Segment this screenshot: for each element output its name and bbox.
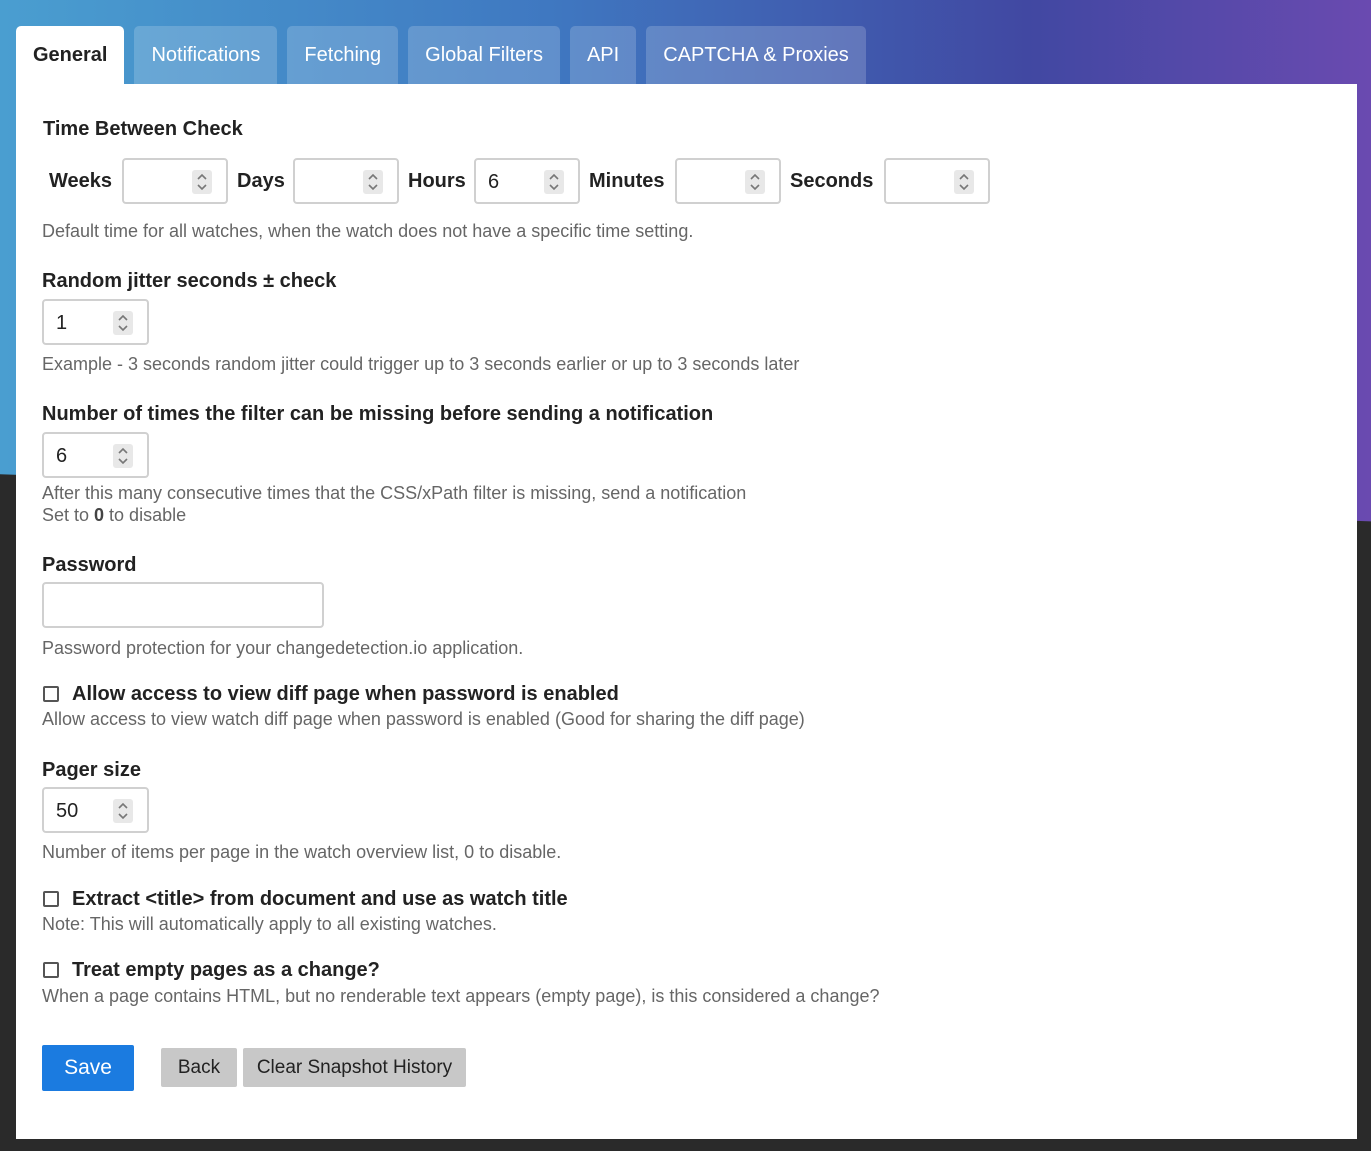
filter-missing-input[interactable]: 6 bbox=[42, 432, 149, 478]
days-label: Days bbox=[237, 170, 285, 192]
password-help: Password protection for your changedetec… bbox=[42, 638, 524, 658]
extract-title-help: Note: This will automatically apply to a… bbox=[42, 914, 497, 934]
filter-missing-help-suffix: to disable bbox=[104, 505, 187, 525]
jitter-value: 1 bbox=[56, 312, 68, 334]
settings-panel: Time Between Check Weeks Days Hours 6 Mi… bbox=[16, 84, 1357, 1139]
password-label: Password bbox=[42, 554, 137, 576]
tab-api[interactable]: API bbox=[569, 26, 637, 84]
jitter-input[interactable]: 1 bbox=[42, 299, 149, 345]
back-button[interactable]: Back bbox=[161, 1048, 237, 1087]
extract-title-label[interactable]: Extract <title> from document and use as… bbox=[72, 888, 568, 911]
hours-label: Hours bbox=[408, 170, 466, 192]
password-field[interactable] bbox=[42, 582, 324, 628]
time-between-check-help: Default time for all watches, when the w… bbox=[42, 221, 694, 241]
empty-pages-label[interactable]: Treat empty pages as a change? bbox=[72, 959, 380, 982]
extract-title-checkbox[interactable] bbox=[43, 891, 59, 907]
pager-size-label: Pager size bbox=[42, 759, 141, 781]
jitter-label: Random jitter seconds ± check bbox=[42, 270, 337, 292]
minutes-spinner-icon[interactable] bbox=[745, 170, 765, 194]
filter-missing-value: 6 bbox=[56, 445, 68, 467]
hours-input[interactable]: 6 bbox=[474, 158, 580, 204]
empty-pages-checkbox[interactable] bbox=[43, 962, 59, 978]
tab-captcha-proxies[interactable]: CAPTCHA & Proxies bbox=[646, 26, 866, 84]
filter-missing-help-prefix: Set to bbox=[42, 505, 95, 525]
time-between-check-title: Time Between Check bbox=[43, 118, 243, 140]
jitter-spinner-icon[interactable] bbox=[113, 311, 133, 335]
allow-diff-label[interactable]: Allow access to view diff page when pass… bbox=[72, 683, 619, 706]
filter-missing-label: Number of times the filter can be missin… bbox=[42, 403, 714, 425]
tab-notifications[interactable]: Notifications bbox=[134, 26, 278, 84]
hours-spinner-icon[interactable] bbox=[544, 170, 564, 194]
weeks-input[interactable] bbox=[122, 158, 228, 204]
days-spinner-icon[interactable] bbox=[363, 170, 383, 194]
days-input[interactable] bbox=[293, 158, 399, 204]
filter-missing-help: After this many consecutive times that t… bbox=[42, 483, 747, 503]
tab-fetching[interactable]: Fetching bbox=[287, 26, 399, 84]
hours-value: 6 bbox=[488, 171, 500, 193]
clear-snapshot-history-button[interactable]: Clear Snapshot History bbox=[243, 1048, 466, 1087]
save-button[interactable]: Save bbox=[42, 1045, 134, 1091]
pager-size-input[interactable]: 50 bbox=[42, 787, 149, 833]
seconds-input[interactable] bbox=[884, 158, 990, 204]
pager-size-value: 50 bbox=[56, 800, 79, 822]
empty-pages-help: When a page contains HTML, but no render… bbox=[42, 986, 880, 1006]
jitter-help: Example - 3 seconds random jitter could … bbox=[42, 354, 800, 374]
seconds-spinner-icon[interactable] bbox=[954, 170, 974, 194]
settings-tabs: General Notifications Fetching Global Fi… bbox=[16, 26, 866, 84]
filter-missing-spinner-icon[interactable] bbox=[113, 444, 133, 468]
pager-size-help: Number of items per page in the watch ov… bbox=[42, 842, 562, 862]
allow-diff-help: Allow access to view watch diff page whe… bbox=[42, 709, 805, 729]
filter-missing-help-disable: Set to 0 to disable bbox=[42, 505, 186, 526]
tab-global-filters[interactable]: Global Filters bbox=[408, 26, 560, 84]
minutes-label: Minutes bbox=[589, 170, 665, 192]
pager-size-spinner-icon[interactable] bbox=[113, 799, 133, 823]
seconds-label: Seconds bbox=[790, 170, 874, 192]
weeks-label: Weeks bbox=[49, 170, 113, 192]
allow-diff-checkbox[interactable] bbox=[43, 686, 59, 702]
minutes-input[interactable] bbox=[675, 158, 781, 204]
weeks-spinner-icon[interactable] bbox=[192, 170, 212, 194]
tab-general[interactable]: General bbox=[16, 26, 125, 84]
filter-missing-help-zero: 0 bbox=[94, 505, 105, 525]
